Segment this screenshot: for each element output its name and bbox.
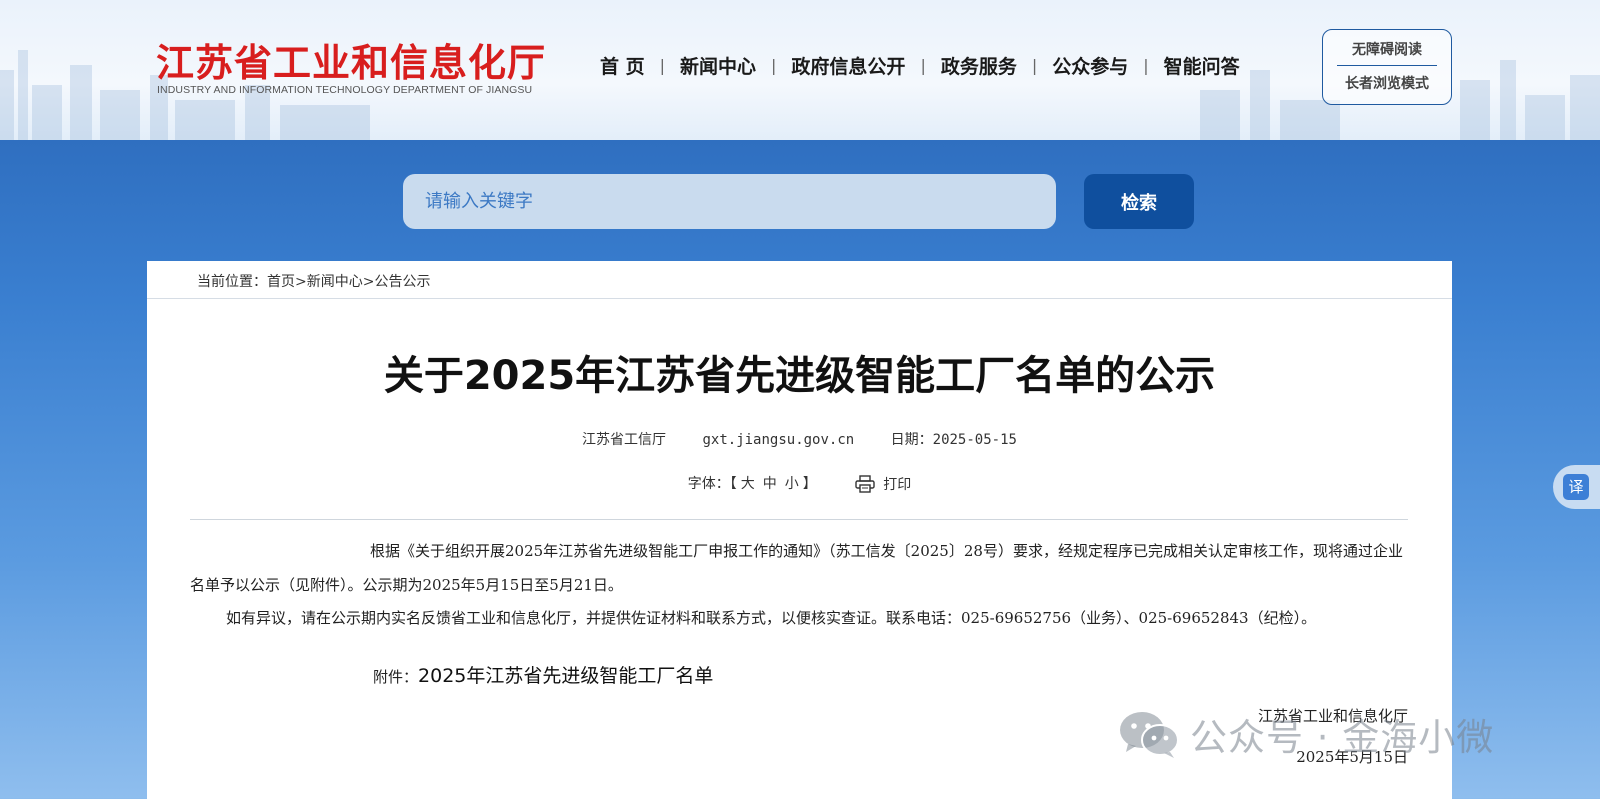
translate-icon: 译: [1563, 474, 1589, 500]
article-paragraph: 如有异议，请在公示期内实名反馈省工业和信息化厅，并提供佐证材料和联系方式，以便核…: [226, 609, 1317, 627]
accessibility-divider: [1337, 65, 1437, 66]
attachment-label: 附件：: [373, 668, 419, 686]
nav-separator: |: [771, 56, 777, 75]
nav-public-participation[interactable]: 公众参与: [1052, 52, 1128, 79]
font-bracket-open: 【: [729, 476, 737, 492]
site-logo-title[interactable]: 江苏省工业和信息化厅: [156, 32, 546, 87]
nav-separator: |: [659, 56, 666, 75]
article-site: gxt.jiangsu.gov.cn: [702, 432, 855, 448]
font-size-label: 字体：: [687, 476, 730, 492]
print-button[interactable]: 打印: [855, 474, 911, 494]
printer-icon: [855, 475, 875, 493]
breadcrumb-home[interactable]: 首页: [267, 274, 295, 290]
article-body: 根据《关于组织开展2025年江苏省先进级智能工厂申报工作的通知》（苏工信发〔20…: [190, 535, 1410, 636]
breadcrumb-separator: >: [295, 274, 307, 290]
search-input[interactable]: [403, 174, 1056, 229]
print-label: 打印: [883, 477, 912, 493]
translate-button[interactable]: 译: [1553, 465, 1600, 509]
attachment-link[interactable]: 2025年江苏省先进级智能工厂名单: [418, 665, 713, 687]
nav-smart-qa[interactable]: 智能问答: [1164, 52, 1240, 79]
nav-gov-info[interactable]: 政府信息公开: [791, 52, 905, 79]
elder-mode-button[interactable]: 长者浏览模式: [1323, 73, 1451, 93]
article-meta: 江苏省工信厅 gxt.jiangsu.gov.cn 日期：2025-05-15: [147, 429, 1452, 449]
content-divider: [190, 519, 1408, 520]
font-size-medium[interactable]: 中: [763, 476, 777, 492]
breadcrumb-announcements[interactable]: 公告公示: [374, 274, 430, 290]
nav-home[interactable]: 首 页: [600, 52, 645, 79]
font-bracket-close: 】: [802, 476, 817, 492]
main-nav: 首 页 | 新闻中心 | 政府信息公开 | 政务服务 | 公众参与 | 智能问答: [600, 52, 1240, 79]
breadcrumb: 当前位置：首页>新闻中心>公告公示: [197, 271, 430, 295]
date-label: 日期：: [890, 432, 933, 448]
article-panel: 当前位置：首页>新闻中心>公告公示 关于2025年江苏省先进级智能工厂名单的公示…: [147, 261, 1452, 799]
article-tools: 字体：【大中小】 打印: [147, 473, 1452, 494]
nav-separator: |: [920, 56, 926, 75]
article-paragraph: 根据《关于组织开展2025年江苏省先进级智能工厂申报工作的通知》（苏工信发〔20…: [190, 542, 1403, 594]
attachment: 附件：2025年江苏省先进级智能工厂名单: [373, 661, 713, 688]
article-source: 江苏省工信厅: [582, 432, 667, 448]
search-button[interactable]: 检索: [1084, 174, 1194, 229]
font-size-small[interactable]: 小: [785, 476, 799, 492]
signature-date: 2025年5月15日: [1296, 748, 1408, 766]
font-size-large[interactable]: 大: [741, 476, 755, 492]
signature-organization: 江苏省工业和信息化厅: [1257, 707, 1408, 725]
breadcrumb-news-center[interactable]: 新闻中心: [307, 274, 363, 290]
breadcrumb-divider: [147, 298, 1452, 299]
breadcrumb-separator: >: [362, 274, 375, 290]
breadcrumb-label: 当前位置：: [197, 274, 267, 290]
article-date: 日期：2025-05-15: [891, 432, 1017, 448]
accessible-reading-button[interactable]: 无障碍阅读: [1323, 39, 1451, 59]
nav-news-center[interactable]: 新闻中心: [680, 52, 756, 79]
site-header: 江苏省工业和信息化厅 INDUSTRY AND INFORMATION TECH…: [0, 0, 1600, 140]
nav-gov-services[interactable]: 政务服务: [941, 52, 1017, 79]
accessibility-box: 无障碍阅读 长者浏览模式: [1322, 29, 1452, 105]
site-logo-subtitle: INDUSTRY AND INFORMATION TECHNOLOGY DEPA…: [157, 84, 533, 96]
nav-separator: |: [1143, 56, 1149, 75]
nav-separator: |: [1031, 56, 1038, 75]
date-value: 2025-05-15: [932, 432, 1017, 448]
article-title: 关于2025年江苏省先进级智能工厂名单的公示: [383, 353, 1216, 399]
